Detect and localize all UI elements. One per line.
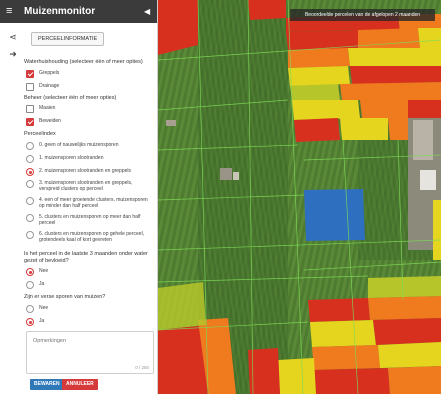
radio-label: Ja — [39, 281, 45, 287]
checkbox-box[interactable] — [26, 118, 34, 126]
radio-circle[interactable] — [26, 142, 34, 150]
checkbox-greppels[interactable]: Greppels — [26, 69, 156, 79]
radio-label: 3. muizensporen slootranden en greppels,… — [39, 180, 133, 192]
radio-circle[interactable] — [26, 281, 34, 289]
radio-label: Nee — [39, 268, 49, 274]
perceelindex-label: Perceelindex — [24, 131, 56, 137]
radio-circle[interactable] — [26, 197, 34, 205]
radio-label: 2. muizensporen slootranden en greppels — [39, 168, 132, 174]
radio-verse-sporen-ja[interactable]: Ja — [26, 317, 156, 327]
side-toolbar: ⋖ ➜ — [0, 23, 24, 394]
checkbox-label: Greppels — [39, 70, 60, 76]
beheer-label: Beheer (selecteer één of meer opties) — [24, 95, 117, 101]
radio-label: 1. muizensporen slootranden — [39, 155, 104, 161]
caret-left-icon[interactable]: ◀ — [144, 5, 150, 18]
radio-circle[interactable] — [26, 318, 34, 326]
form-content: PERCEELINFORMATIE Waterhuishouding (sele… — [24, 23, 157, 394]
radio-circle[interactable] — [26, 231, 34, 239]
onder-water-label: Is het perceel in de laatste 3 maanden o… — [24, 251, 148, 264]
panel-header: ≡ Muizenmonitor ◀ — [0, 0, 157, 23]
radio-label: 0. geen of nauwelijks muizensporen — [39, 142, 119, 148]
checkbox-box[interactable] — [26, 70, 34, 78]
hamburger-icon[interactable]: ≡ — [6, 5, 12, 18]
radio-index-0[interactable]: 0. geen of nauwelijks muizensporen — [26, 141, 156, 151]
checkbox-drainage[interactable]: Drainage — [26, 82, 156, 92]
radio-index-1[interactable]: 1. muizensporen slootranden — [26, 154, 156, 164]
map-canvas[interactable] — [158, 0, 441, 394]
radio-label: 5. clusters en muizensporen op meer dan … — [39, 214, 141, 226]
radio-label: 4. een of meer groeiende clusters, muize… — [39, 197, 148, 209]
checkbox-label: Maaien — [39, 105, 56, 111]
opmerkingen-placeholder: Opmerkingen — [33, 338, 67, 344]
checkbox-beweiden[interactable]: Beweiden — [26, 117, 156, 127]
verse-sporen-label: Zijn er verse sporen van muizen? — [24, 294, 106, 300]
map-banner: Beoordeelde percelen van de afgelopen 2 … — [290, 9, 435, 21]
radio-circle[interactable] — [26, 214, 34, 222]
radio-circle[interactable] — [26, 180, 34, 188]
checkbox-label: Beweiden — [39, 118, 61, 124]
checkbox-maaien[interactable]: Maaien — [26, 104, 156, 114]
checkbox-box[interactable] — [26, 83, 34, 91]
radio-index-3[interactable]: 3. muizensporen slootranden en greppels,… — [26, 179, 156, 193]
tab-perceelinformatie[interactable]: PERCEELINFORMATIE — [31, 32, 105, 46]
waterhuishouding-label: Waterhuishouding (selecteer één of meer … — [24, 59, 143, 65]
checkbox-box[interactable] — [26, 105, 34, 113]
radio-verse-sporen-nee[interactable]: Nee — [26, 304, 156, 314]
radio-index-6[interactable]: 6. clusters en muizensporen op gehele pe… — [26, 230, 156, 244]
share-icon[interactable]: ⋖ — [7, 32, 19, 42]
app-title: Muizenmonitor — [24, 6, 96, 17]
satellite-map[interactable]: Beoordeelde percelen van de afgelopen 2 … — [158, 0, 441, 394]
radio-index-4[interactable]: 4. een of meer groeiende clusters, muize… — [26, 196, 156, 210]
character-counter: 0 / 250 — [135, 365, 149, 370]
login-icon[interactable]: ➜ — [7, 49, 19, 59]
checkbox-label: Drainage — [39, 83, 60, 89]
save-button[interactable]: BEWAREN — [30, 379, 64, 390]
radio-index-2[interactable]: 2. muizensporen slootranden en greppels — [26, 167, 156, 177]
radio-label: 6. clusters en muizensporen op gehele pe… — [39, 231, 145, 243]
radio-label: Ja — [39, 318, 45, 324]
radio-circle[interactable] — [26, 268, 34, 276]
radio-label: Nee — [39, 305, 49, 311]
cancel-button[interactable]: ANNULEER — [62, 379, 98, 390]
radio-onder-water-ja[interactable]: Ja — [26, 280, 156, 290]
radio-onder-water-nee[interactable]: Nee — [26, 267, 156, 277]
radio-circle[interactable] — [26, 168, 34, 176]
opmerkingen-textarea[interactable]: Opmerkingen 0 / 250 — [26, 331, 154, 374]
monitor-panel: ≡ Muizenmonitor ◀ ⋖ ➜ PERCEELINFORMATIE … — [0, 0, 158, 394]
radio-index-5[interactable]: 5. clusters en muizensporen op meer dan … — [26, 213, 156, 227]
radio-circle[interactable] — [26, 155, 34, 163]
radio-circle[interactable] — [26, 305, 34, 313]
